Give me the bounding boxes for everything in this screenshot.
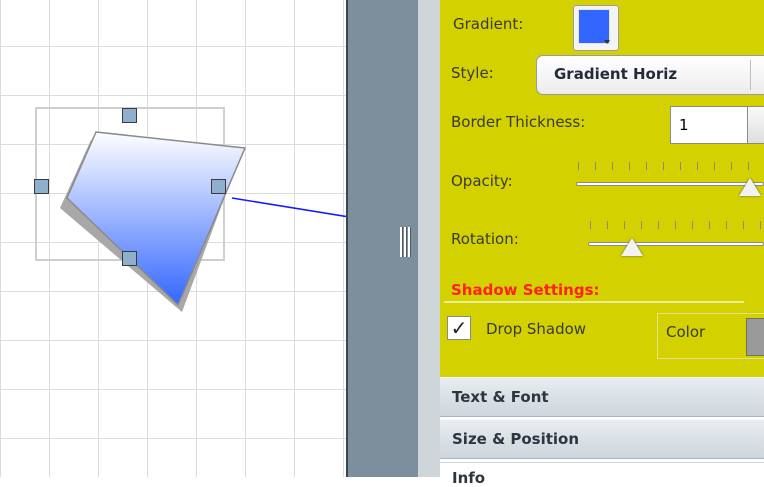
shadow-color-label: Color [666,323,706,341]
resize-handle-top[interactable] [122,108,137,123]
drawing-canvas[interactable] [0,0,346,477]
accordion-size-position[interactable]: Size & Position [440,419,764,459]
gradient-label: Gradient: [453,15,524,33]
border-thickness-value: 1 [679,116,689,134]
drop-shadow-checkbox[interactable]: ✓ [447,316,471,340]
splitter-grip[interactable] [400,227,412,257]
rotation-slider-track[interactable] [588,242,764,246]
dropdown-divider [750,60,751,90]
accordion-label: Size & Position [452,430,580,448]
resize-handle-right[interactable] [211,179,226,194]
resize-handle-left[interactable] [34,179,49,194]
style-label: Style: [451,64,494,82]
drop-shadow-label[interactable]: Drop Shadow [486,320,586,338]
rotation-slider-thumb[interactable] [621,238,643,256]
resize-handle-bottom[interactable] [122,251,137,266]
shadow-settings-title: Shadow Settings: [451,281,600,299]
accordion-text-font[interactable]: Text & Font [440,377,764,417]
border-thickness-stepper[interactable] [747,106,764,144]
accordion-info[interactable]: Info [440,462,764,487]
opacity-slider-thumb[interactable] [739,178,761,196]
color-picker-arrow-icon [604,40,610,44]
rotation-label: Rotation: [451,230,519,248]
section-divider [444,301,744,303]
border-thickness-label: Border Thickness: [451,113,586,131]
rotation-slider-ticks [590,221,764,229]
gradient-color-swatch[interactable] [578,9,610,44]
accordion-label: Text & Font [452,388,549,406]
shadow-color-swatch[interactable] [746,318,764,356]
opacity-slider-track[interactable] [576,182,764,186]
panel-border [418,0,440,477]
accordion-label: Info [452,469,486,487]
opacity-slider-ticks [578,162,764,170]
style-dropdown-value: Gradient Horiz [554,65,678,83]
opacity-label: Opacity: [451,172,513,190]
